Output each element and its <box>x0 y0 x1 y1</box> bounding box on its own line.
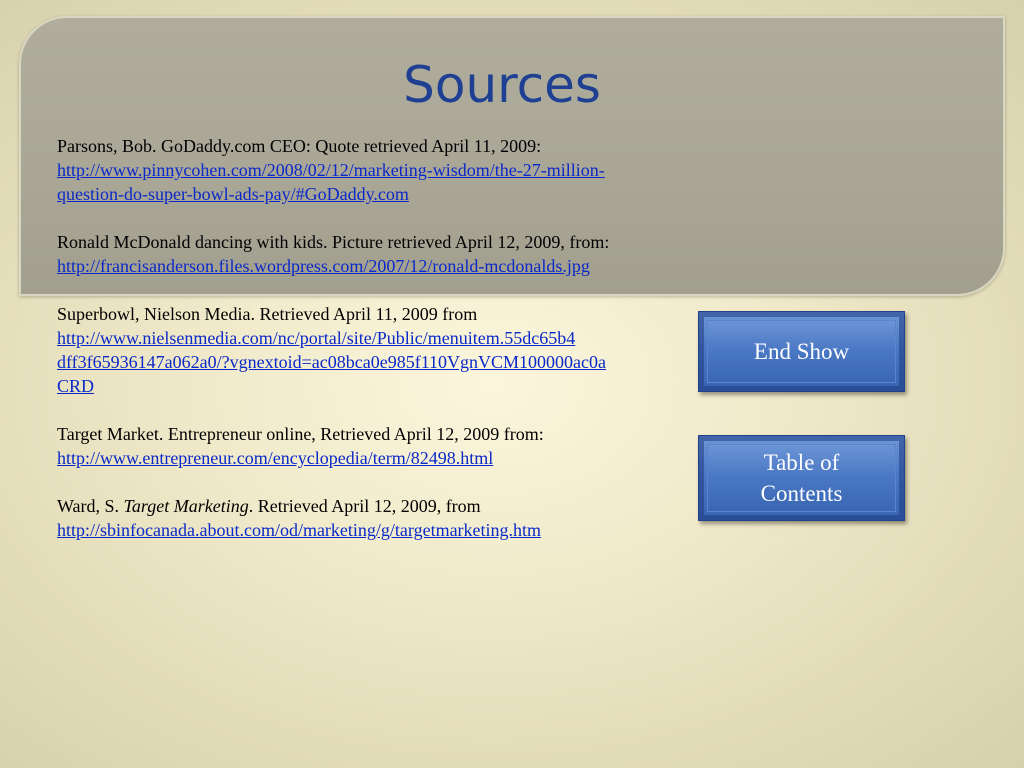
table-of-contents-label: Table of Contents <box>760 450 843 506</box>
source-text: Superbowl, Nielson Media. Retrieved Apri… <box>57 304 478 324</box>
source-link[interactable]: http://francisanderson.files.wordpress.c… <box>57 254 737 278</box>
slide-title: Sources <box>403 56 601 114</box>
end-show-label: End Show <box>753 339 850 364</box>
source-link[interactable]: http://www.entrepreneur.com/encyclopedia… <box>57 446 737 470</box>
source-entry-target-market: Target Market. Entrepreneur online, Retr… <box>57 422 737 470</box>
source-link[interactable]: CRD <box>57 374 737 398</box>
source-text: Parsons, Bob. GoDaddy.com CEO: Quote ret… <box>57 136 542 156</box>
source-rest: . Retrieved April 12, 2009, from <box>248 496 481 516</box>
source-link[interactable]: http://www.nielsenmedia.com/nc/portal/si… <box>57 326 700 350</box>
source-link[interactable]: question-do-super-bowl-ads-pay/#GoDaddy.… <box>57 182 737 206</box>
source-link[interactable]: http://sbinfocanada.about.com/od/marketi… <box>57 518 737 542</box>
source-text: Target Market. Entrepreneur online, Retr… <box>57 424 544 444</box>
source-text: Ward, S. Target Marketing. Retrieved Apr… <box>57 494 737 518</box>
source-entry-ronald-mcdonald: Ronald McDonald dancing with kids. Pictu… <box>57 230 737 278</box>
source-entry-godaddy: Parsons, Bob. GoDaddy.com CEO: Quote ret… <box>57 134 737 206</box>
sources-list: Parsons, Bob. GoDaddy.com CEO: Quote ret… <box>57 134 737 566</box>
source-author: Ward, S. <box>57 496 124 516</box>
source-title-italic: Target Marketing <box>123 496 249 516</box>
table-of-contents-button[interactable]: Table of Contents <box>698 435 905 521</box>
source-entry-ward: Ward, S. Target Marketing. Retrieved Apr… <box>57 494 737 542</box>
end-show-button[interactable]: End Show <box>698 311 905 392</box>
source-text: Ronald McDonald dancing with kids. Pictu… <box>57 232 610 252</box>
source-link[interactable]: dff3f65936147a062a0/?vgnextoid=ac08bca0e… <box>57 350 700 374</box>
source-link[interactable]: http://www.pinnycohen.com/2008/02/12/mar… <box>57 158 737 182</box>
source-entry-superbowl: Superbowl, Nielson Media. Retrieved Apri… <box>57 302 737 398</box>
